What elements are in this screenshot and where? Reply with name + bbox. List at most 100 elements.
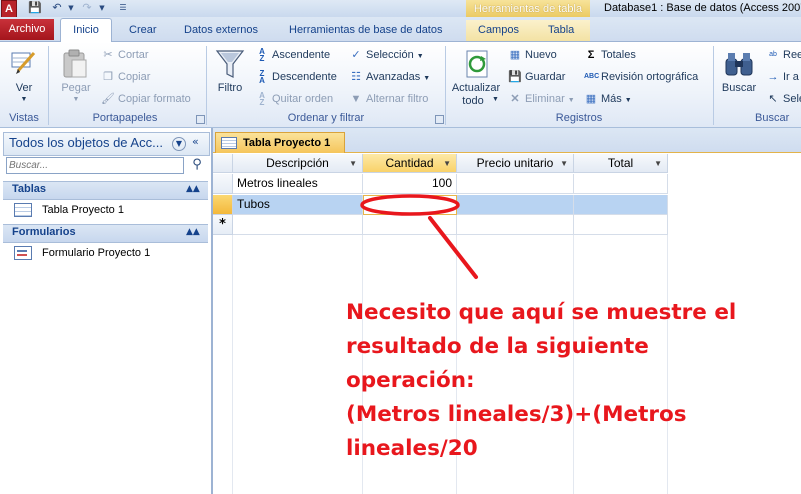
access-app-icon[interactable]: A <box>1 0 17 18</box>
tab-herramientas-base-datos[interactable]: Herramientas de base de datos <box>289 21 442 40</box>
grid-line <box>232 235 233 494</box>
quitar-orden-button[interactable]: A Z Quitar orden <box>255 90 333 108</box>
table-icon <box>14 203 32 218</box>
totales-button[interactable]: Σ Totales <box>584 46 636 64</box>
seleccion-button[interactable]: ✓ Selección ▼ <box>349 46 424 64</box>
tab-campos[interactable]: Campos <box>478 21 519 40</box>
group-label-ordenar-filtrar: Ordenar y filtrar <box>287 112 365 124</box>
eliminar-label: Eliminar <box>525 93 565 105</box>
column-header-total[interactable]: Total ▼ <box>574 154 668 173</box>
save-record-icon: 💾 <box>508 71 522 84</box>
cell-new-total[interactable] <box>574 215 668 235</box>
buscar-button[interactable] <box>722 47 756 81</box>
binoculars-icon <box>725 53 753 76</box>
redo-icon[interactable]: ↷ <box>80 1 94 15</box>
revision-ortografica-button[interactable]: ABC Revisión ortográfica <box>584 68 698 86</box>
undo-dropdown-icon[interactable]: ▼ <box>64 1 78 15</box>
descendente-button[interactable]: Z A Descendente <box>255 68 337 86</box>
annotation-line: Necesito que aquí se muestre el <box>346 300 737 325</box>
row-selector-current[interactable] <box>213 195 233 215</box>
eliminar-button[interactable]: ✕ Eliminar ▼ <box>508 90 575 108</box>
scissors-icon: ✂ <box>103 49 113 62</box>
guardar-button[interactable]: 💾 Guardar <box>508 68 565 86</box>
sort-ascending-icon: AZ <box>259 47 265 64</box>
alternar-filtro-label: Alternar filtro <box>366 93 429 105</box>
filtro-button[interactable] <box>214 47 246 81</box>
nav-pane-menu-icon[interactable]: ▼ <box>172 137 186 151</box>
cell-total[interactable] <box>574 195 668 215</box>
descendente-label: Descendente <box>272 71 337 83</box>
section-collapse-icon[interactable]: ▲▲ <box>186 181 200 198</box>
shutter-bar-close-icon[interactable]: « <box>192 135 199 148</box>
group-label-registros: Registros <box>555 112 603 124</box>
new-record-marker[interactable]: * <box>213 215 233 235</box>
column-header-descripcion[interactable]: Descripción ▼ <box>233 154 363 173</box>
reemplazar-button[interactable]: ab Ree <box>766 46 801 64</box>
format-painter-icon: 🖌 <box>101 93 115 106</box>
copiar-button[interactable]: ❐ Copiar <box>101 68 150 86</box>
nav-item-tabla-proyecto-1[interactable]: Tabla Proyecto 1 <box>14 200 124 220</box>
pegar-button[interactable] <box>58 47 92 81</box>
ver-dropdown-icon[interactable]: ▼ <box>8 96 40 103</box>
tab-archivo[interactable]: Archivo <box>0 19 54 40</box>
actualizar-dropdown-icon[interactable]: ▼ <box>492 96 499 103</box>
group-separator <box>206 46 207 125</box>
nuevo-label: Nuevo <box>525 49 557 61</box>
ir-a-button[interactable]: → Ir a <box>766 68 799 86</box>
mas-button[interactable]: ▦ Más ▼ <box>584 90 632 108</box>
seleccion-dropdown-icon: ▼ <box>416 53 424 60</box>
avanzadas-button[interactable]: ☷ Avanzadas ▼ <box>349 68 430 86</box>
row-selector[interactable] <box>213 174 233 194</box>
tab-datos-externos[interactable]: Datos externos <box>184 21 258 40</box>
column-header-label: Total <box>607 156 634 170</box>
ordenar-launcher-icon[interactable] <box>435 115 444 124</box>
column-dropdown-icon[interactable]: ▼ <box>349 154 357 173</box>
column-header-precio-unitario[interactable]: Precio unitario ▼ <box>457 154 574 173</box>
cortar-button[interactable]: ✂ Cortar <box>101 46 148 64</box>
redo-dropdown-icon[interactable]: ▼ <box>95 1 109 15</box>
form-icon <box>14 246 32 261</box>
undo-icon[interactable]: ↶ <box>50 1 64 15</box>
nav-item-formulario-proyecto-1[interactable]: Formulario Proyecto 1 <box>14 243 150 263</box>
annotation-line: resultado de la siguiente <box>346 334 649 359</box>
nuevo-button[interactable]: ▦ Nuevo <box>508 46 557 64</box>
eliminar-dropdown-icon: ▼ <box>567 97 575 104</box>
search-icon[interactable]: ⚲ <box>188 156 206 174</box>
actualizar-todo-button[interactable] <box>461 47 493 81</box>
reemplazar-label: Ree <box>783 49 801 61</box>
portapapeles-launcher-icon[interactable] <box>196 115 205 124</box>
group-label-vistas: Vistas <box>9 112 39 124</box>
tab-inicio[interactable]: Inicio <box>60 18 112 43</box>
design-view-icon <box>11 52 36 74</box>
seleccionar-button[interactable]: ↖ Sele <box>766 90 801 108</box>
nav-search-input[interactable] <box>6 157 184 174</box>
customize-qat-icon[interactable]: ☰ <box>116 1 130 15</box>
clear-sort-icon: AZ <box>259 91 265 108</box>
section-collapse-icon[interactable]: ▲▲ <box>186 224 200 241</box>
column-dropdown-icon[interactable]: ▼ <box>654 154 662 173</box>
pegar-dropdown-icon[interactable]: ▼ <box>57 96 95 103</box>
cell-total[interactable] <box>574 174 668 194</box>
column-header-cantidad[interactable]: Cantidad ▼ <box>363 154 457 173</box>
save-icon[interactable]: 💾 <box>28 1 42 15</box>
column-dropdown-icon[interactable]: ▼ <box>443 154 451 173</box>
ascendente-button[interactable]: A Z Ascendente <box>255 46 330 64</box>
avanzadas-dropdown-icon: ▼ <box>423 75 431 82</box>
annotation-line: (Metros lineales/3)+(Metros <box>346 402 687 427</box>
guardar-label: Guardar <box>525 71 566 83</box>
tab-crear[interactable]: Crear <box>129 21 157 40</box>
column-header-label: Cantidad <box>385 156 434 170</box>
tab-tabla[interactable]: Tabla <box>548 21 574 40</box>
select-all-corner[interactable] <box>213 154 233 173</box>
new-record-icon: ▦ <box>509 49 521 62</box>
ascendente-label: Ascendente <box>272 49 331 61</box>
nav-section-label: Tablas <box>12 183 47 195</box>
copiar-formato-button[interactable]: 🖌 Copiar formato <box>101 90 191 108</box>
refresh-all-icon <box>466 50 488 78</box>
column-dropdown-icon[interactable]: ▼ <box>560 154 568 173</box>
alternar-filtro-button[interactable]: ▼ Alternar filtro <box>349 90 429 108</box>
pegar-label: Pegar <box>61 82 91 94</box>
window-title: Database1 : Base de datos (Access 2007) <box>604 2 801 14</box>
ver-button[interactable] <box>8 47 40 81</box>
nav-pane-title[interactable]: Todos los objetos de Acc... <box>9 135 163 151</box>
